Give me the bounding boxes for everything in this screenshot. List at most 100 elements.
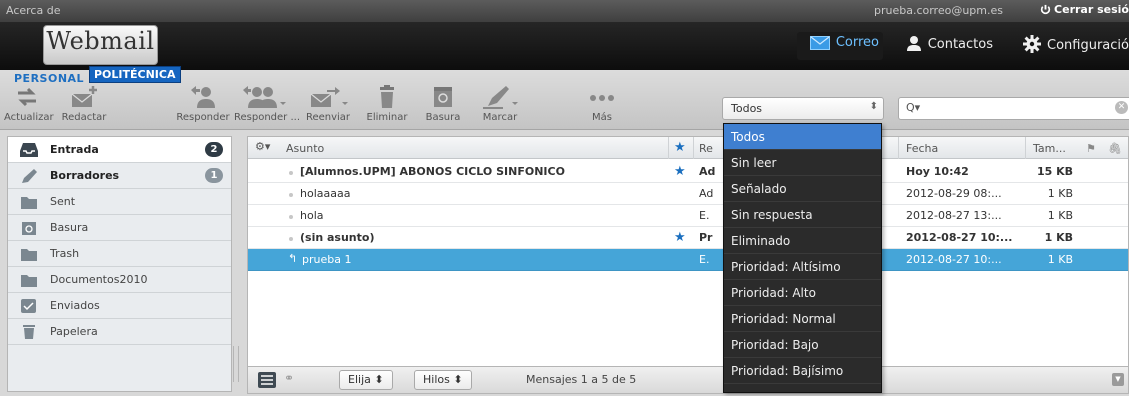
column-flag-icon[interactable]: ⚑ bbox=[1086, 142, 1096, 155]
junk-icon bbox=[434, 87, 452, 107]
filter-option-sin-leer[interactable]: Sin leer bbox=[724, 150, 881, 176]
splitter-handle[interactable] bbox=[233, 346, 239, 382]
message-size: 1 KB bbox=[1044, 231, 1073, 244]
reply-button[interactable]: Responder bbox=[176, 84, 230, 128]
folder-documentos2010[interactable]: Documentos2010 bbox=[8, 267, 231, 293]
webmail-app: Acerca de prueba.correo@upm.es Cerrar se… bbox=[0, 0, 1129, 396]
brand-politecnica: POLITÉCNICA bbox=[89, 66, 181, 83]
webmail-logo[interactable]: Webmail bbox=[43, 25, 158, 65]
column-divider bbox=[693, 137, 694, 159]
select-dropdown-label: Elija bbox=[348, 373, 371, 386]
folder-borradores[interactable]: Borradores 1 bbox=[8, 163, 231, 189]
power-icon bbox=[1040, 4, 1051, 15]
delete-button[interactable]: Eliminar bbox=[362, 84, 412, 128]
status-dot-icon bbox=[289, 215, 293, 219]
list-options-gear-icon[interactable]: ⚙▾ bbox=[255, 140, 270, 153]
refresh-icon bbox=[18, 87, 36, 107]
about-link[interactable]: Acerca de bbox=[6, 4, 60, 17]
message-subject: [Alumnos.UPM] ABONOS CICLO SINFONICO bbox=[300, 165, 565, 178]
message-size: 1 KB bbox=[1047, 253, 1073, 266]
nav-contactos[interactable]: Contactos bbox=[906, 35, 993, 57]
column-attachment-icon[interactable]: 🖇 bbox=[1108, 142, 1122, 155]
column-size[interactable]: Tam... bbox=[1033, 142, 1066, 155]
column-from[interactable]: Re bbox=[699, 142, 713, 155]
threads-toggle-icon[interactable]: ⚭ bbox=[284, 371, 294, 385]
folder-label: Basura bbox=[50, 221, 89, 234]
filter-dropdown-menu: Todos Sin leer Señalado Sin respuesta El… bbox=[723, 123, 882, 393]
threads-dropdown-label: Hilos bbox=[423, 373, 450, 386]
filter-option-todos[interactable]: Todos bbox=[724, 124, 881, 150]
message-row[interactable]: hola E. 2012-08-27 13:... 1 KB bbox=[248, 205, 1128, 227]
folder-entrada[interactable]: Entrada 2 bbox=[8, 137, 231, 163]
message-subject: (sin asunto) bbox=[300, 231, 375, 244]
message-row[interactable]: (sin asunto) ★ Pr 2012-08-27 10:... 1 KB bbox=[248, 227, 1128, 249]
search-menu-icon[interactable]: Q▾ bbox=[906, 101, 920, 114]
paging-info: Mensajes 1 a 5 de 5 bbox=[526, 373, 637, 386]
logout-button[interactable]: Cerrar sesió bbox=[1040, 3, 1129, 16]
column-subject[interactable]: Asunto bbox=[286, 142, 324, 155]
layout-toggle-icon[interactable] bbox=[258, 372, 276, 391]
column-flag-star-icon[interactable]: ★ bbox=[674, 140, 686, 155]
reply-all-button[interactable]: Responder ... bbox=[234, 84, 300, 128]
mail-icon bbox=[809, 36, 830, 50]
column-divider bbox=[1025, 137, 1026, 159]
message-subject: hola bbox=[300, 209, 324, 222]
more-button[interactable]: Más bbox=[580, 84, 624, 128]
forward-label: Reenviar bbox=[305, 112, 351, 123]
reply-all-icon bbox=[243, 86, 286, 108]
folder-icon bbox=[21, 275, 37, 287]
compose-icon bbox=[71, 86, 97, 107]
junk-label: Basura bbox=[425, 112, 461, 123]
filter-option-prioridad-alto[interactable]: Prioridad: Alto bbox=[724, 280, 881, 306]
message-date: 2012-08-27 13:... bbox=[906, 209, 1002, 222]
flagged-star-icon[interactable]: ★ bbox=[674, 164, 686, 179]
folder-icon bbox=[21, 249, 37, 261]
compose-button[interactable]: Redactar bbox=[58, 84, 110, 128]
filter-option-prioridad-altisimo[interactable]: Prioridad: Altísimo bbox=[724, 254, 881, 280]
message-size: 1 KB bbox=[1047, 209, 1073, 222]
status-dot-icon bbox=[289, 171, 293, 175]
filter-option-senalado[interactable]: Señalado bbox=[724, 176, 881, 202]
nav-configuracion[interactable]: Configuració bbox=[1023, 35, 1129, 57]
filter-option-eliminado[interactable]: Eliminado bbox=[724, 228, 881, 254]
filter-option-prioridad-bajo[interactable]: Prioridad: Bajo bbox=[724, 332, 881, 358]
filter-option-sin-respuesta[interactable]: Sin respuesta bbox=[724, 202, 881, 228]
folder-basura[interactable]: Basura bbox=[8, 215, 231, 241]
status-dot-icon bbox=[289, 193, 293, 197]
forward-button[interactable]: Reenviar bbox=[300, 84, 356, 128]
user-email: prueba.correo@upm.es bbox=[873, 4, 1003, 17]
pencil-icon bbox=[22, 169, 37, 183]
message-from: Ad bbox=[699, 187, 714, 200]
mark-button[interactable]: Marcar bbox=[472, 84, 528, 128]
flagged-star-icon[interactable]: ★ bbox=[674, 230, 686, 245]
folder-papelera[interactable]: Papelera bbox=[8, 319, 231, 345]
folder-sent[interactable]: Sent bbox=[8, 189, 231, 215]
search-clear-icon[interactable]: ✕ bbox=[1115, 101, 1128, 114]
folder-list: Entrada 2 Borradores 1 Sent Basura Trash… bbox=[7, 136, 232, 392]
message-size: 1 KB bbox=[1047, 187, 1073, 200]
folder-label: Entrada bbox=[50, 143, 99, 156]
search-input[interactable]: Q▾ bbox=[898, 97, 1129, 120]
trash-icon bbox=[23, 325, 35, 339]
refresh-button[interactable]: Actualizar bbox=[4, 84, 54, 128]
filter-select-value: Todos bbox=[731, 102, 763, 115]
column-date[interactable]: Fecha bbox=[906, 142, 938, 155]
delete-icon bbox=[380, 85, 394, 108]
message-date: 2012-08-27 10:... bbox=[906, 253, 1002, 266]
nav-correo[interactable]: Correo bbox=[809, 35, 879, 57]
inbox-icon bbox=[20, 143, 38, 157]
folder-trash[interactable]: Trash bbox=[8, 241, 231, 267]
filter-option-prioridad-normal[interactable]: Prioridad: Normal bbox=[724, 306, 881, 332]
folder-label: Papelera bbox=[50, 325, 98, 338]
refresh-label: Actualizar bbox=[4, 112, 54, 123]
threads-dropdown[interactable]: Hilos ⬍ bbox=[414, 370, 472, 390]
filter-option-prioridad-bajisimo[interactable]: Prioridad: Bajísimo bbox=[724, 358, 881, 384]
junk-button[interactable]: Basura bbox=[420, 84, 466, 128]
select-dropdown[interactable]: Elija ⬍ bbox=[339, 370, 393, 390]
message-row[interactable]: holaaaaa Ad 2012-08-29 08:... 1 KB bbox=[248, 183, 1128, 205]
message-row-selected[interactable]: ↰ prueba 1 E. 2012-08-27 10:... 1 KB bbox=[248, 249, 1128, 271]
scroll-down-icon[interactable]: ▼ bbox=[1112, 373, 1124, 386]
filter-select[interactable]: Todos ⬍ bbox=[722, 97, 884, 120]
message-row[interactable]: [Alumnos.UPM] ABONOS CICLO SINFONICO ★ A… bbox=[248, 161, 1128, 183]
folder-enviados[interactable]: Enviados bbox=[8, 293, 231, 319]
